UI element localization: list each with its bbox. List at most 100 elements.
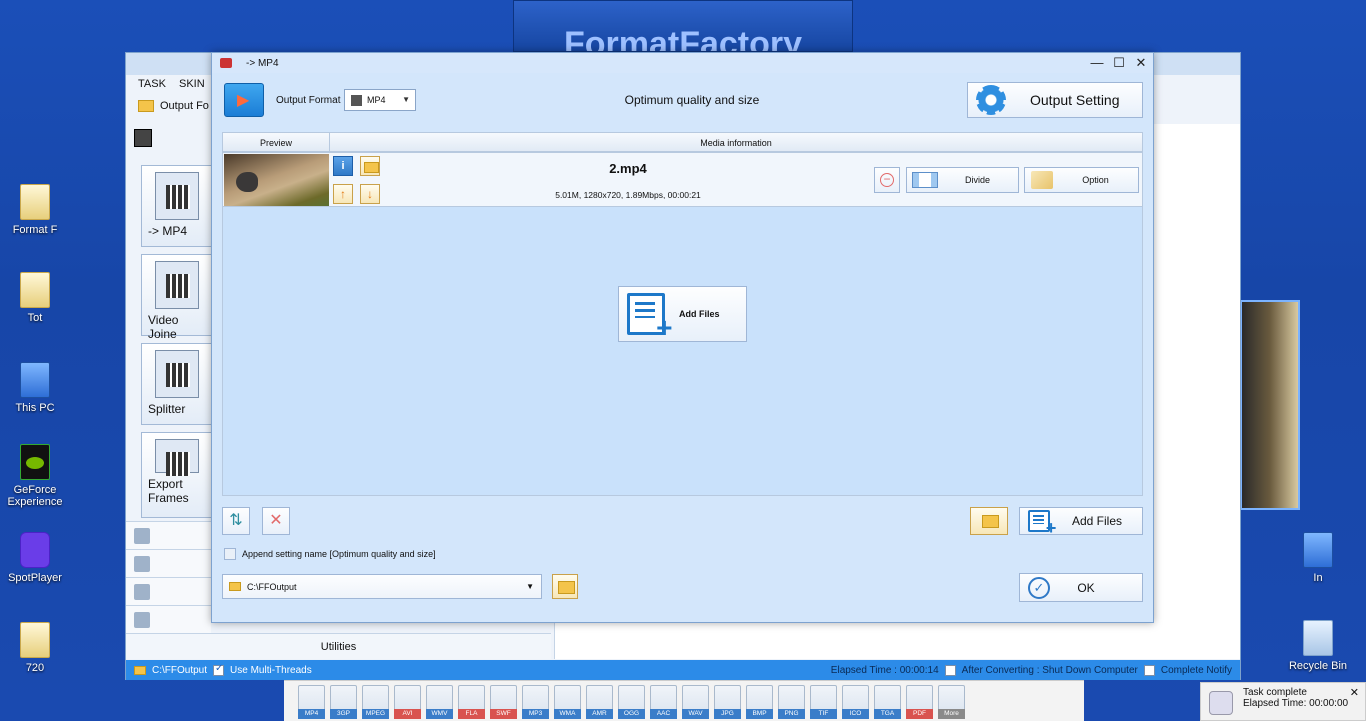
quality-text: Optimum quality and size <box>624 93 760 107</box>
append-setting-name[interactable]: Append setting name [Optimum quality and… <box>224 548 436 560</box>
browse-folder-button[interactable] <box>552 574 578 599</box>
complete-notify-checkbox[interactable] <box>1143 664 1155 676</box>
ok-button[interactable]: ✓ OK <box>1019 573 1143 602</box>
divide-button[interactable]: Divide <box>906 167 1019 193</box>
minus-circle-icon: − <box>880 173 894 187</box>
desktop-icon-in[interactable]: In <box>1283 532 1353 584</box>
add-file-icon <box>627 293 672 344</box>
desktop-icon-format-factory[interactable]: Format F <box>0 184 70 236</box>
format-wma[interactable]: WMA <box>554 685 581 719</box>
remove-file-button[interactable]: − <box>874 167 900 193</box>
background-window-thumbnail <box>1240 300 1300 510</box>
mp4-icon <box>155 172 199 220</box>
format-jpg[interactable]: JPG <box>714 685 741 719</box>
file-icon <box>20 272 50 308</box>
network-icon <box>1303 532 1333 568</box>
tile-video-joiner[interactable]: Video Joine <box>141 254 213 341</box>
format-png[interactable]: PNG <box>778 685 805 719</box>
picture-icon <box>134 556 150 572</box>
option-button[interactable]: Option <box>1024 167 1139 193</box>
divide-icon <box>912 172 938 188</box>
category-rom[interactable] <box>126 605 211 633</box>
folder-icon <box>134 665 146 675</box>
multi-threads-label: Use Multi-Threads <box>230 664 312 676</box>
recycle-bin-icon <box>1303 620 1333 656</box>
format-tif[interactable]: TIF <box>810 685 837 719</box>
folder-icon <box>229 582 241 591</box>
menu-skin[interactable]: SKIN <box>179 78 205 90</box>
format-avi[interactable]: AVI <box>394 685 421 719</box>
utilities-tab[interactable]: Utilities <box>126 633 551 659</box>
task-complete-toast[interactable]: ✕ Task complete Elapsed Time: 00:00:00 <box>1200 682 1366 721</box>
option-icon <box>1031 171 1053 189</box>
video-category-icon[interactable] <box>134 129 152 147</box>
close-icon[interactable]: ✕ <box>1350 686 1359 699</box>
move-down-icon[interactable]: ↓ <box>360 184 380 204</box>
output-format-select[interactable]: MP4 ▼ <box>344 89 416 111</box>
desktop-icon-this-pc[interactable]: This PC <box>0 362 70 414</box>
desktop-icon-720[interactable]: 720 <box>0 622 70 674</box>
format-toolbar: MP4 3GP MPEG AVI WMV FLA SWF MP3 WMA AMR… <box>284 680 1084 721</box>
format-tga[interactable]: TGA <box>874 685 901 719</box>
sort-button[interactable]: ⇅ <box>222 507 250 535</box>
format-mp3[interactable]: MP3 <box>522 685 549 719</box>
document-icon <box>134 584 150 600</box>
tile-splitter[interactable]: Splitter <box>141 343 213 425</box>
music-note-icon <box>134 528 150 544</box>
status-output-path[interactable]: C:\FFOutput <box>152 665 207 676</box>
category-picture[interactable] <box>126 549 211 577</box>
desktop-icon-geforce[interactable]: GeForce Experience <box>0 444 70 508</box>
category-document[interactable] <box>126 577 211 605</box>
format-mpeg[interactable]: MPEG <box>362 685 389 719</box>
export-frames-icon <box>155 439 199 476</box>
toast-title: Task complete <box>1243 687 1307 698</box>
format-swf[interactable]: SWF <box>490 685 517 719</box>
format-amr[interactable]: AMR <box>586 685 613 719</box>
output-setting-button[interactable]: Output Setting <box>967 82 1143 118</box>
format-pdf[interactable]: PDF <box>906 685 933 719</box>
app-icon <box>220 58 232 68</box>
format-fla[interactable]: FLA <box>458 685 485 719</box>
menu-task[interactable]: TASK <box>138 78 166 90</box>
format-bmp[interactable]: BMP <box>746 685 773 719</box>
after-converting-checkbox[interactable] <box>944 664 956 676</box>
dialog-titlebar: -> MP4 <box>212 53 1153 73</box>
file-row[interactable]: i ↑ ↓ 2.mp4 5.01M, 1280x720, 1.89Mbps, 0… <box>223 153 1142 207</box>
minimize-button[interactable]: — <box>1087 55 1107 71</box>
tile-export-frames[interactable]: Export Frames <box>141 432 213 518</box>
format-more[interactable]: More <box>938 685 965 719</box>
format-3gp[interactable]: 3GP <box>330 685 357 719</box>
app-icon <box>1209 691 1233 715</box>
geforce-icon <box>20 444 50 480</box>
clear-list-button[interactable]: ✕ <box>262 507 290 535</box>
add-file-icon <box>1028 510 1056 539</box>
info-icon[interactable]: i <box>333 156 353 176</box>
desktop-icon-tot[interactable]: Tot <box>0 272 70 324</box>
add-files-center-button[interactable]: Add Files <box>618 286 747 344</box>
output-format-icon <box>224 83 264 117</box>
file-icon <box>20 622 50 658</box>
dialog-title: -> MP4 <box>246 57 279 69</box>
format-wav[interactable]: WAV <box>682 685 709 719</box>
add-folder-button[interactable] <box>970 507 1008 535</box>
multi-threads-checkbox[interactable] <box>213 663 225 676</box>
append-checkbox[interactable] <box>224 548 236 560</box>
add-files-button[interactable]: Add Files <box>1019 507 1143 539</box>
desktop-icon-recycle-bin[interactable]: Recycle Bin <box>1283 620 1353 672</box>
format-wmv[interactable]: WMV <box>426 685 453 719</box>
format-ogg[interactable]: OGG <box>618 685 645 719</box>
output-path-select[interactable]: C:\FFOutput ▼ <box>222 574 542 599</box>
maximize-button[interactable]: ☐ <box>1109 55 1129 71</box>
tile-to-mp4[interactable]: -> MP4 <box>141 165 213 247</box>
close-button[interactable]: ✕ <box>1131 55 1151 71</box>
category-audio[interactable] <box>126 521 211 549</box>
format-aac[interactable]: AAC <box>650 685 677 719</box>
format-ico[interactable]: ICO <box>842 685 869 719</box>
splitter-icon <box>155 350 199 398</box>
move-up-icon[interactable]: ↑ <box>333 184 353 204</box>
video-joiner-icon <box>155 261 199 309</box>
format-mp4[interactable]: MP4 <box>298 685 325 719</box>
open-folder-icon[interactable] <box>360 156 380 176</box>
spotplayer-icon <box>20 532 50 568</box>
desktop-icon-spotplayer[interactable]: SpotPlayer <box>0 532 70 584</box>
